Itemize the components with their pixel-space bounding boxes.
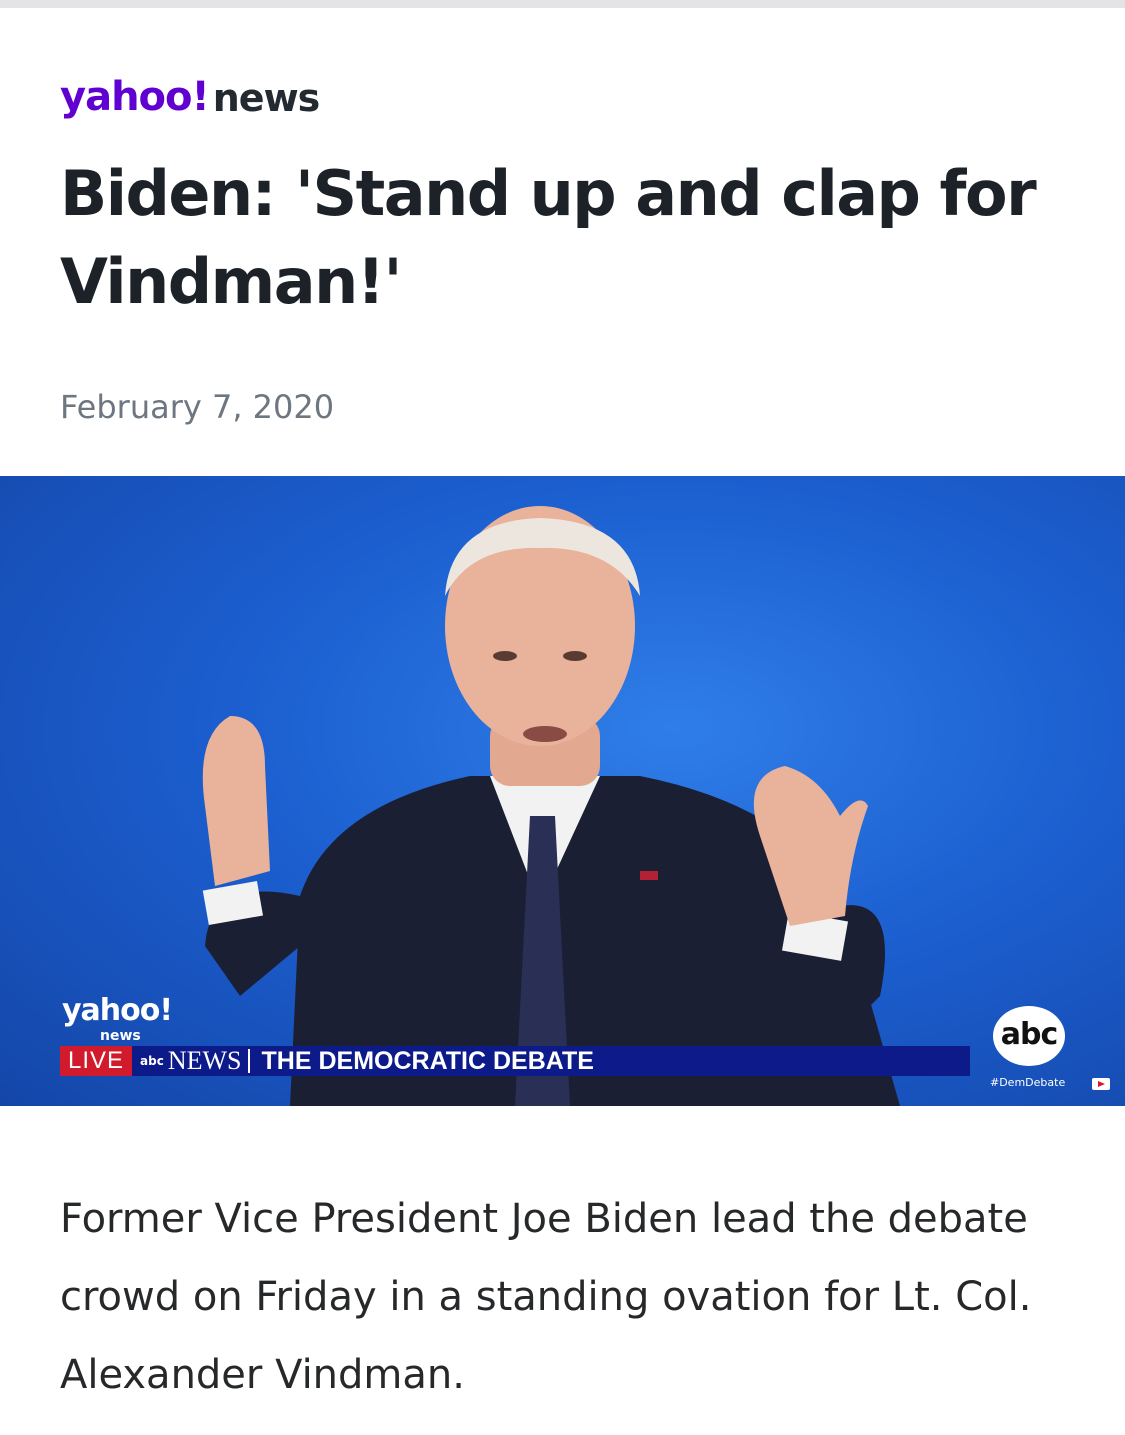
- news-label: NEWS: [167, 1046, 242, 1075]
- lower-third-bar: LIVE abc NEWS THE DEMOCRATIC DEBATE: [60, 1046, 970, 1076]
- top-border: [0, 0, 1125, 8]
- video-player[interactable]: yahoo! news LIVE abc NEWS THE DEMOCRATIC…: [0, 476, 1125, 1106]
- youtube-icon[interactable]: [1092, 1078, 1110, 1090]
- article-headline: Biden: 'Stand up and clap for Vindman!': [60, 157, 1037, 318]
- overlay-news-label: news: [100, 1028, 141, 1044]
- debate-title: THE DEMOCRATIC DEBATE: [261, 1046, 594, 1075]
- bar-divider: [247, 1049, 250, 1073]
- news-wordmark: news: [212, 76, 321, 120]
- article-body: Former Vice President Joe Biden lead the…: [60, 1196, 1032, 1398]
- abc-small-logo: abc: [140, 1054, 164, 1068]
- yahoo-news-logo[interactable]: yahoo! news: [60, 60, 321, 120]
- hashtag-label: #DemDebate: [990, 1076, 1066, 1089]
- live-badge: LIVE: [60, 1046, 133, 1076]
- yahoo-wordmark: yahoo!: [60, 74, 210, 120]
- abc-network-logo: abc: [993, 1006, 1065, 1066]
- article-date: February 7, 2020: [60, 388, 335, 426]
- overlay-yahoo-logo: yahoo!: [62, 993, 173, 1028]
